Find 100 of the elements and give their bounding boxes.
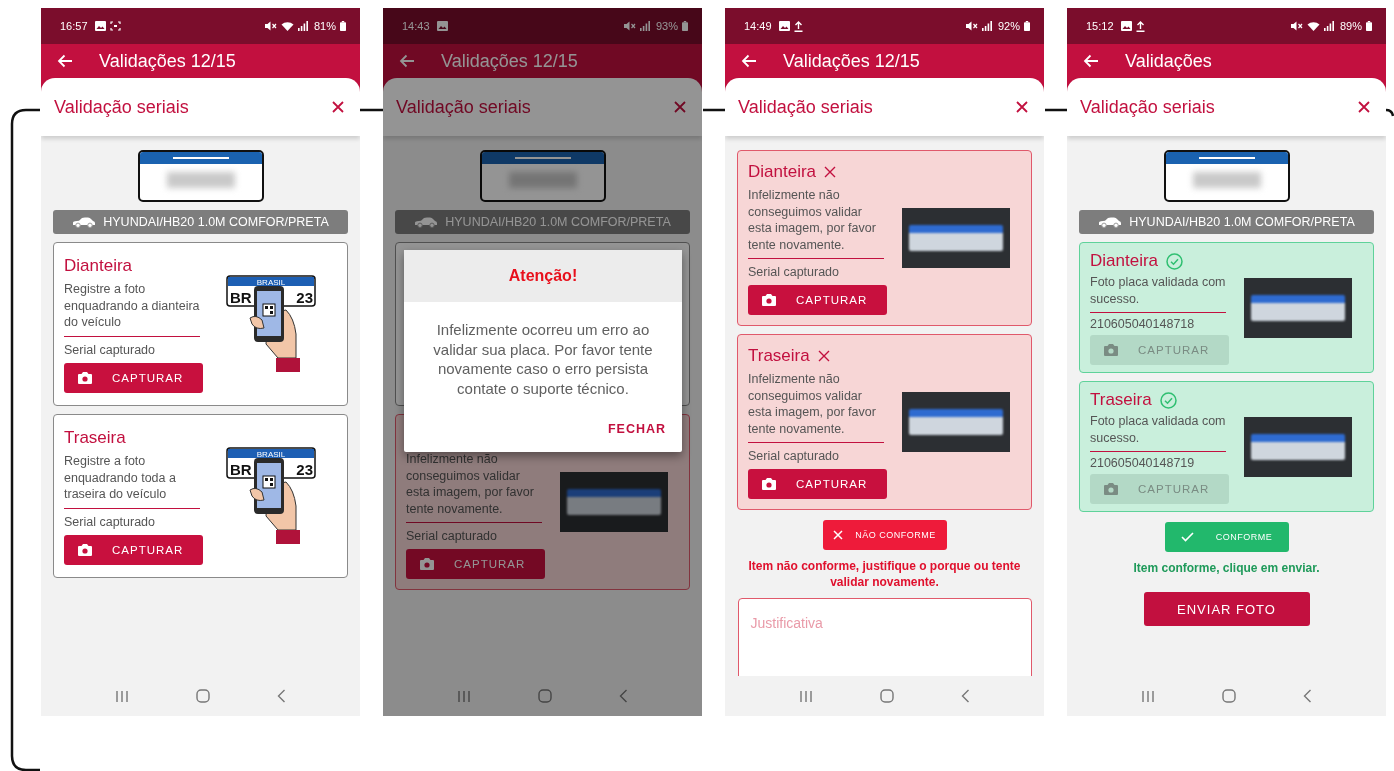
app-title: Validações 12/15	[783, 50, 920, 72]
recent-apps-icon[interactable]	[114, 689, 129, 703]
home-icon[interactable]	[880, 689, 894, 703]
plate-text: BR	[229, 461, 252, 478]
plate-text: BRASIL	[256, 277, 285, 287]
sheet-title: Validação seriais	[738, 96, 873, 118]
camera-icon	[1104, 483, 1118, 495]
back-icon[interactable]	[1303, 689, 1313, 703]
recent-apps-icon[interactable]	[798, 689, 813, 703]
card-description: Foto placa validada com sucesso.	[1090, 274, 1226, 313]
card-title: Traseira	[748, 346, 810, 366]
mute-icon	[1290, 21, 1303, 31]
screenshot-icon	[109, 21, 121, 31]
signal-icon	[297, 21, 308, 31]
sheet-title: Validação seriais	[54, 96, 189, 118]
battery-icon	[1366, 21, 1372, 31]
app-title: Validações 12/15	[441, 50, 578, 72]
status-time: 15:12	[1086, 20, 1114, 32]
status-time: 14:49	[744, 20, 772, 32]
close-icon[interactable]	[674, 101, 686, 113]
plate-text: 23	[295, 289, 313, 306]
verdict-button[interactable]: NÃO CONFORME	[822, 520, 947, 550]
cross-icon	[833, 530, 844, 540]
camera-icon	[420, 558, 434, 570]
plate-text: 23	[295, 461, 313, 478]
back-icon[interactable]	[277, 689, 287, 703]
card-description: Registre a foto enquadrando toda a traseira do veículo	[64, 453, 200, 509]
vehicle-name: HYUNDAI/HB20 1.0M COMFOR/PRETA	[103, 215, 329, 229]
car-icon	[414, 216, 439, 228]
capture-button[interactable]: CAPTURAR	[406, 549, 545, 579]
car-icon	[72, 216, 97, 228]
close-dialog-button[interactable]: FECHAR	[599, 416, 674, 442]
vehicle-name: HYUNDAI/HB20 1.0M COMFOR/PRETA	[1129, 215, 1355, 229]
check-circle-icon	[1159, 391, 1177, 409]
back-icon[interactable]	[619, 689, 629, 703]
capture-button[interactable]: CAPTURAR	[748, 285, 887, 315]
back-icon[interactable]	[961, 689, 971, 703]
app-title: Validações	[1125, 50, 1212, 72]
card-description: Registre a foto enquadrando a dianteira do veículo	[64, 281, 200, 337]
recent-apps-icon[interactable]	[456, 689, 471, 703]
cross-icon	[824, 166, 837, 178]
serial-text: 210605040148719	[1090, 456, 1196, 470]
plate-text: BRASIL	[256, 449, 285, 459]
card-description: Foto placa validada com sucesso.	[1090, 413, 1226, 452]
battery-icon	[682, 21, 688, 31]
camera-icon	[1104, 344, 1118, 356]
mute-icon	[264, 21, 277, 31]
check-icon	[1180, 532, 1194, 542]
recent-apps-icon[interactable]	[1140, 689, 1155, 703]
battery-level: 81%	[313, 20, 336, 32]
battery-icon	[340, 21, 346, 31]
dialog-message: Infelizmente ocorreu um erro ao validar sua placa. Por favor tente novamente caso o erro persista contate o suporte técnico.	[432, 320, 654, 398]
gallery-icon	[94, 21, 106, 31]
status-time: 16:57	[60, 20, 88, 32]
back-arrow-icon[interactable]	[1083, 54, 1099, 68]
gallery-icon	[436, 21, 448, 31]
sheet-title: Validação seriais	[1080, 96, 1215, 118]
send-photo-button[interactable]: ENVIAR FOTO	[1143, 592, 1310, 626]
serial-text: Serial capturado	[748, 265, 841, 279]
gallery-icon	[778, 21, 790, 31]
upload-icon	[1135, 20, 1145, 32]
car-icon	[1098, 216, 1123, 228]
mute-icon	[623, 21, 636, 31]
vehicle-name: HYUNDAI/HB20 1.0M COMFOR/PRETA	[445, 215, 671, 229]
app-title: Validações 12/15	[99, 50, 236, 72]
card-title: Traseira	[1090, 390, 1152, 410]
card-description: Infelizmente não conseguimos validar esta imagem, por favor tente novamente.	[748, 371, 884, 443]
home-icon[interactable]	[196, 689, 210, 703]
upload-icon	[793, 20, 803, 32]
justification-field[interactable]: Justificativa	[737, 598, 1032, 676]
gallery-icon	[1120, 21, 1132, 31]
home-icon[interactable]	[538, 689, 552, 703]
verdict-message: Item não conforme, justifique o porque ou tente validar novamente.	[747, 558, 1022, 590]
camera-icon	[762, 478, 776, 490]
back-arrow-icon[interactable]	[741, 54, 757, 68]
back-arrow-icon[interactable]	[57, 54, 73, 68]
dialog-title: Atenção!	[508, 267, 578, 285]
serial-text: Serial capturado	[64, 514, 157, 529]
card-description: Infelizmente não conseguimos validar esta imagem, por favor tente novamente.	[748, 187, 884, 259]
close-icon[interactable]	[1358, 101, 1370, 113]
check-circle-icon	[1166, 252, 1184, 270]
camera-icon	[78, 371, 92, 384]
signal-icon	[639, 21, 650, 31]
home-icon[interactable]	[1222, 689, 1236, 703]
close-icon[interactable]	[1016, 101, 1028, 113]
back-arrow-icon[interactable]	[399, 54, 415, 68]
verdict-message: Item conforme, clique em enviar.	[1132, 560, 1321, 576]
capture-button[interactable]: CAPTURAR	[748, 469, 887, 499]
battery-level: 89%	[1339, 20, 1362, 32]
card-title: Dianteira	[748, 162, 817, 182]
camera-icon	[78, 543, 92, 556]
capture-button[interactable]: CAPTURAR	[64, 362, 203, 393]
card-title: Dianteira	[1090, 251, 1159, 271]
card-title: Traseira	[64, 428, 126, 449]
camera-icon	[762, 294, 776, 306]
capture-button[interactable]: CAPTURAR	[64, 534, 203, 565]
close-icon[interactable]	[332, 101, 344, 113]
sheet-title: Validação seriais	[396, 96, 531, 118]
cross-icon	[817, 350, 830, 362]
battery-icon	[1024, 21, 1030, 31]
